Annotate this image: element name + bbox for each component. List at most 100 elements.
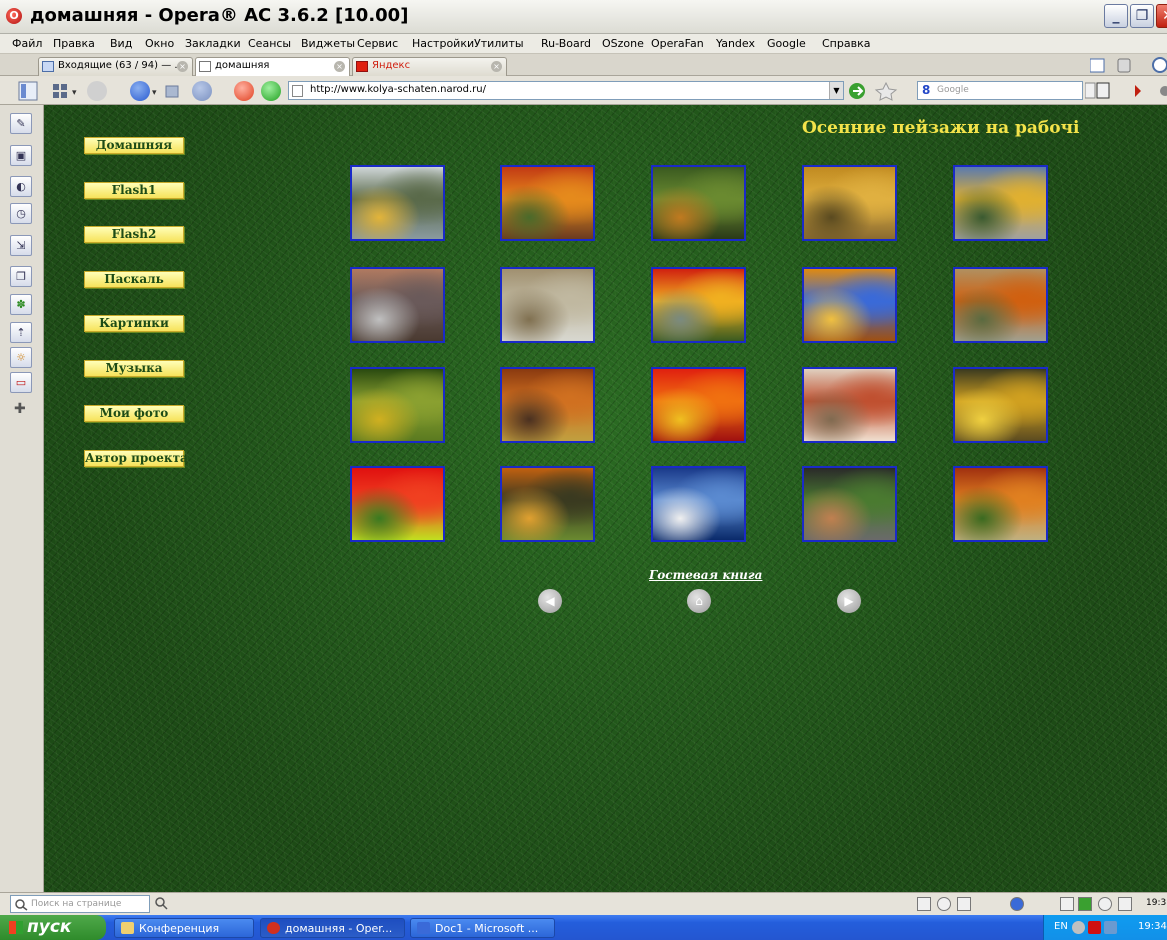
menu-item[interactable]: Сеансы bbox=[248, 37, 291, 50]
nav-flash2-button[interactable]: Flash2 bbox=[84, 226, 184, 243]
status-icon-1[interactable] bbox=[917, 897, 931, 911]
panel-toggle-icon[interactable] bbox=[18, 81, 38, 101]
task-word[interactable]: Doc1 - Microsoft ... bbox=[410, 918, 555, 938]
menu-item[interactable]: Справка bbox=[822, 37, 870, 50]
tab-close-icon[interactable]: × bbox=[334, 61, 345, 72]
landscape-thumbnail[interactable] bbox=[500, 267, 595, 343]
nav-home-button[interactable]: Домашняя bbox=[84, 137, 184, 154]
landscape-thumbnail[interactable] bbox=[500, 165, 595, 241]
nav-photos-button[interactable]: Мои фото bbox=[84, 405, 184, 422]
nav-author-button[interactable]: Автор проекта bbox=[84, 450, 188, 467]
panel-windows-button[interactable]: ❐ bbox=[10, 266, 32, 287]
tab-yandex[interactable]: Яндекс × bbox=[352, 57, 507, 76]
menu-item[interactable]: Файл bbox=[12, 37, 42, 50]
menu-item[interactable]: OperaFan bbox=[651, 37, 704, 50]
tray-icon-1[interactable] bbox=[1072, 921, 1085, 934]
landscape-thumbnail[interactable] bbox=[651, 367, 746, 443]
menu-item[interactable]: Google bbox=[767, 37, 806, 50]
menu-item[interactable]: Окно bbox=[145, 37, 174, 50]
address-input[interactable]: http://www.kolya-schaten.narod.ru/ ▼ bbox=[288, 81, 844, 100]
network-icon[interactable] bbox=[1104, 921, 1117, 934]
panel-notes-button[interactable]: ✽ bbox=[10, 294, 32, 315]
task-opera[interactable]: домашняя - Oper... bbox=[260, 918, 405, 938]
grid-menu-icon[interactable]: ▾ bbox=[52, 82, 82, 100]
language-indicator[interactable]: EN bbox=[1054, 921, 1068, 932]
find-in-page-input[interactable]: Поиск на странице bbox=[10, 895, 150, 913]
start-button[interactable]: пуск bbox=[0, 915, 106, 940]
menu-item[interactable]: Вид bbox=[110, 37, 132, 50]
landscape-thumbnail[interactable] bbox=[500, 367, 595, 443]
panel-links-button[interactable]: ⇡ bbox=[10, 322, 32, 343]
task-conference[interactable]: Конференция bbox=[114, 918, 254, 938]
find-go-icon[interactable] bbox=[155, 897, 169, 911]
menu-item[interactable]: Сервис bbox=[357, 37, 398, 50]
tab-home[interactable]: домашняя × bbox=[195, 57, 350, 76]
minimize-button[interactable]: _ bbox=[1104, 4, 1128, 28]
kaspersky-icon[interactable] bbox=[1088, 921, 1101, 934]
landscape-thumbnail[interactable] bbox=[651, 466, 746, 542]
landscape-thumbnail[interactable] bbox=[350, 466, 445, 542]
nav-pictures-button[interactable]: Картинки bbox=[84, 315, 184, 332]
panel-bookmarks-button[interactable]: ▣ bbox=[10, 145, 32, 166]
menu-item[interactable]: Правка bbox=[53, 37, 95, 50]
status-icon-3[interactable] bbox=[957, 897, 971, 911]
go-and-bookmark-icons[interactable] bbox=[848, 81, 908, 101]
panel-widgets-button[interactable]: ◐ bbox=[10, 176, 32, 197]
forward-button[interactable] bbox=[192, 81, 212, 101]
guestbook-link[interactable]: Гостевая книга bbox=[649, 568, 762, 582]
reload-button[interactable] bbox=[261, 81, 281, 101]
search-input[interactable]: 8 Google bbox=[917, 81, 1083, 100]
landscape-thumbnail[interactable] bbox=[651, 267, 746, 343]
panel-settings-button[interactable]: ✎ bbox=[10, 113, 32, 134]
nav-music-button[interactable]: Музыка bbox=[84, 360, 184, 377]
status-icon-2[interactable] bbox=[937, 897, 951, 911]
rewind-button[interactable] bbox=[87, 81, 107, 101]
landscape-thumbnail[interactable] bbox=[350, 267, 445, 343]
status-icon-8[interactable] bbox=[1118, 897, 1132, 911]
back-history-icon[interactable]: ▾ bbox=[152, 85, 188, 99]
landscape-thumbnail[interactable] bbox=[500, 466, 595, 542]
menu-item[interactable]: Утилиты bbox=[474, 37, 524, 50]
maximize-button[interactable]: ❐ bbox=[1130, 4, 1154, 28]
landscape-thumbnail[interactable] bbox=[953, 165, 1048, 241]
landscape-thumbnail[interactable] bbox=[802, 165, 897, 241]
menu-item[interactable]: OSzone bbox=[602, 37, 644, 50]
status-icon-7[interactable] bbox=[1098, 897, 1112, 911]
tab-close-icon[interactable]: × bbox=[177, 61, 188, 72]
panel-info-button[interactable]: ☼ bbox=[10, 347, 32, 368]
add-panel-icon[interactable]: ✚ bbox=[14, 401, 26, 417]
landscape-thumbnail[interactable] bbox=[953, 367, 1048, 443]
tab-close-icon[interactable]: × bbox=[491, 61, 502, 72]
status-icon-5[interactable] bbox=[1060, 897, 1074, 911]
landscape-thumbnail[interactable] bbox=[350, 165, 445, 241]
title-bar[interactable]: O домашняя - Opera® AC 3.6.2 [10.00] _ ❐… bbox=[0, 0, 1167, 34]
home-page-button[interactable]: ⌂ bbox=[687, 589, 711, 613]
stop-button[interactable] bbox=[234, 81, 254, 101]
status-icon-4[interactable] bbox=[1010, 897, 1024, 911]
menu-item[interactable]: Закладки bbox=[185, 37, 241, 50]
chevron-down-icon[interactable]: ▼ bbox=[829, 82, 843, 99]
landscape-thumbnail[interactable] bbox=[802, 267, 897, 343]
nav-flash1-button[interactable]: Flash1 bbox=[84, 182, 184, 199]
menu-item[interactable]: Виджеты bbox=[301, 37, 355, 50]
landscape-thumbnail[interactable] bbox=[802, 367, 897, 443]
extra-toolbar-icons[interactable] bbox=[1085, 82, 1167, 100]
prev-page-button[interactable]: ◀ bbox=[538, 589, 562, 613]
status-icon-6[interactable] bbox=[1078, 897, 1092, 911]
menu-item[interactable]: Ru-Board bbox=[541, 37, 591, 50]
landscape-thumbnail[interactable] bbox=[651, 165, 746, 241]
close-button[interactable]: ✕ bbox=[1156, 4, 1167, 28]
menu-item[interactable]: Настройки bbox=[412, 37, 474, 50]
panel-history-button[interactable]: ◷ bbox=[10, 203, 32, 224]
next-page-button[interactable]: ▶ bbox=[837, 589, 861, 613]
landscape-thumbnail[interactable] bbox=[953, 267, 1048, 343]
landscape-thumbnail[interactable] bbox=[350, 367, 445, 443]
back-button[interactable] bbox=[130, 81, 150, 101]
nav-pascal-button[interactable]: Паскаль bbox=[84, 271, 184, 288]
panel-downloads-button[interactable]: ⇲ bbox=[10, 235, 32, 256]
landscape-thumbnail[interactable] bbox=[953, 466, 1048, 542]
landscape-thumbnail[interactable] bbox=[802, 466, 897, 542]
tab-inbox[interactable]: Входящие (63 / 94) — ... × bbox=[38, 57, 193, 76]
menu-item[interactable]: Yandex bbox=[716, 37, 755, 50]
panel-tabs-button[interactable]: ▭ bbox=[10, 372, 32, 393]
